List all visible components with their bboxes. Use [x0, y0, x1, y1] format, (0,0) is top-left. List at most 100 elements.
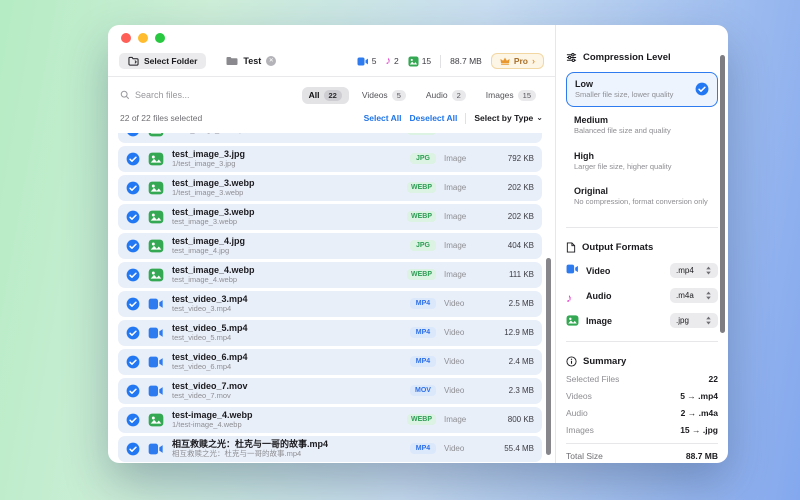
checkmark-icon[interactable]	[126, 181, 140, 195]
checkmark-icon[interactable]	[126, 133, 140, 137]
tab-images[interactable]: Images15	[479, 87, 543, 104]
checkmark-icon[interactable]	[126, 384, 140, 398]
file-type: Video	[444, 299, 476, 308]
checkmark-icon[interactable]	[126, 297, 140, 311]
compression-options: LowSmaller file size, lower quality Mediu…	[566, 63, 718, 214]
video-format-select[interactable]: .mp4	[670, 263, 718, 278]
checkmark-icon[interactable]	[126, 268, 140, 282]
summary-label: Audio	[566, 408, 588, 418]
output-formats-header: Output Formats	[566, 242, 718, 253]
image-icon	[566, 314, 579, 327]
remove-folder-icon[interactable]: ✕	[266, 56, 276, 66]
file-row[interactable]: test_image_3.webp1/test_image_3.webpWEBP…	[118, 175, 542, 201]
file-size: 792 KB	[484, 154, 534, 163]
file-name: test_image_3.webp	[172, 178, 399, 189]
file-path: 1/test_image_2.webp	[172, 133, 399, 135]
selection-divider	[465, 113, 466, 124]
checkmark-icon[interactable]	[126, 326, 140, 340]
file-size: 2.5 MB	[484, 299, 534, 308]
search-field[interactable]: Search files...	[120, 90, 190, 100]
checkmark-icon[interactable]	[126, 239, 140, 253]
file-row[interactable]: 1/test_image_2.webpWEBP	[118, 133, 542, 143]
file-path: test_image_4.jpg	[172, 246, 402, 255]
file-row[interactable]: test_video_5.mp4test_video_5.mp4MP4Video…	[118, 320, 542, 346]
tab-count-badge: 5	[392, 90, 406, 101]
checkmark-icon[interactable]	[126, 442, 140, 456]
pro-badge[interactable]: Pro ›	[491, 53, 544, 69]
checkmark-icon[interactable]	[126, 355, 140, 369]
settings-sidebar: Compression Level LowSmaller file size, …	[555, 25, 728, 463]
format-row-audio: ♪Audio.m4a	[566, 288, 718, 303]
folder-open-icon	[128, 56, 139, 66]
select-all-button[interactable]: Select All	[364, 113, 402, 123]
file-texts: test_video_7.movtest_video_7.mov	[172, 381, 402, 401]
titlebar	[108, 29, 555, 47]
total-size-row-value: 88.7 MB	[686, 451, 718, 461]
select-folder-button[interactable]: Select Folder	[119, 53, 206, 69]
file-row[interactable]: test_image_4.webptest_image_4.webpWEBPIm…	[118, 262, 542, 288]
output-format-rows: Video .mp4 ♪Audio.m4a Image .jpg	[566, 253, 718, 328]
file-row[interactable]: 相互救赎之光：杜克与一哥的故事.mp4相互救赎之光：杜克与一哥的故事.mp4MP…	[118, 436, 542, 462]
minimize-window-button[interactable]	[138, 33, 148, 43]
selection-links: Select All Deselect All Select by Type ⌄	[364, 113, 543, 124]
checkmark-icon[interactable]	[126, 152, 140, 166]
option-description: Smaller file size, lower quality	[575, 90, 689, 100]
format-badge: MP4	[410, 298, 436, 309]
file-row[interactable]: test_video_7.movtest_video_7.movMOVVideo…	[118, 378, 542, 404]
image-file-icon	[148, 238, 164, 254]
file-row[interactable]: test-image_4.webp1/test-image_4.webpWEBP…	[118, 407, 542, 433]
image-count-value: 15	[422, 56, 431, 66]
checkmark-icon[interactable]	[126, 413, 140, 427]
image-format-select[interactable]: .jpg	[670, 313, 718, 328]
file-path: test_video_7.mov	[172, 391, 402, 400]
close-window-button[interactable]	[121, 33, 131, 43]
sidebar-divider	[566, 227, 718, 228]
file-type: Video	[444, 444, 476, 453]
file-texts: test_image_3.webptest_image_3.webp	[172, 207, 399, 227]
video-file-icon	[148, 327, 164, 339]
file-row[interactable]: test_image_3.jpg1/test_image_3.jpgJPGIma…	[118, 146, 542, 172]
audio-format-select[interactable]: .m4a	[670, 288, 718, 303]
file-list-scrollbar[interactable]	[546, 258, 551, 455]
file-row[interactable]: test_image_4.jpgtest_image_4.jpgJPGImage…	[118, 233, 542, 259]
deselect-all-button[interactable]: Deselect All	[410, 113, 458, 123]
sidebar-scrollbar[interactable]	[720, 55, 725, 333]
format-label: Video	[586, 266, 663, 276]
file-type: Image	[444, 154, 476, 163]
format-row-video: Video .mp4	[566, 263, 718, 278]
option-title: High	[574, 151, 710, 161]
option-texts: LowSmaller file size, lower quality	[575, 79, 689, 100]
compression-option-medium[interactable]: MediumBalanced file size and quality	[566, 107, 718, 143]
tab-audio[interactable]: Audio2	[419, 87, 473, 104]
checkmark-icon[interactable]	[126, 210, 140, 224]
video-file-icon	[148, 356, 164, 368]
image-file-icon	[148, 151, 164, 167]
format-badge: WEBP	[407, 211, 436, 222]
zoom-window-button[interactable]	[155, 33, 165, 43]
pro-label: Pro	[514, 56, 528, 66]
file-row[interactable]: test_video_6.mp4test_video_6.mp4MP4Video…	[118, 349, 542, 375]
option-title: Low	[575, 79, 689, 89]
audio-count: ♪ 2	[385, 56, 398, 66]
file-size: 202 KB	[484, 183, 534, 192]
format-value: .jpg	[676, 316, 689, 325]
tab-all[interactable]: All22	[302, 87, 349, 104]
up-down-chevron-icon	[705, 316, 712, 325]
tab-videos[interactable]: Videos5	[355, 87, 413, 104]
format-label: Image	[586, 316, 663, 326]
select-by-type-dropdown[interactable]: Select by Type ⌄	[474, 113, 543, 123]
compression-option-low[interactable]: LowSmaller file size, lower quality	[566, 72, 718, 107]
file-row[interactable]: test_video_3.mp4test_video_3.mp4MP4Video…	[118, 291, 542, 317]
file-name: test_image_3.jpg	[172, 149, 402, 160]
folder-tag[interactable]: Test ✕	[226, 56, 276, 66]
file-path: test_image_4.webp	[172, 275, 399, 284]
compression-option-original[interactable]: OriginalNo compression, format conversio…	[566, 178, 718, 214]
total-size-label: 88.7 MB	[450, 56, 482, 66]
select-by-type-label: Select by Type	[474, 113, 533, 123]
file-path: test_video_3.mp4	[172, 304, 402, 313]
compression-option-high[interactable]: HighLarger file size, higher quality	[566, 143, 718, 179]
file-row[interactable]: test_image_3.webptest_image_3.webpWEBPIm…	[118, 204, 542, 230]
summary-title: Summary	[583, 356, 626, 367]
option-title: Medium	[574, 115, 710, 125]
file-list-viewport: 1/test_image_2.webpWEBPtest_image_3.jpg1…	[108, 133, 555, 463]
